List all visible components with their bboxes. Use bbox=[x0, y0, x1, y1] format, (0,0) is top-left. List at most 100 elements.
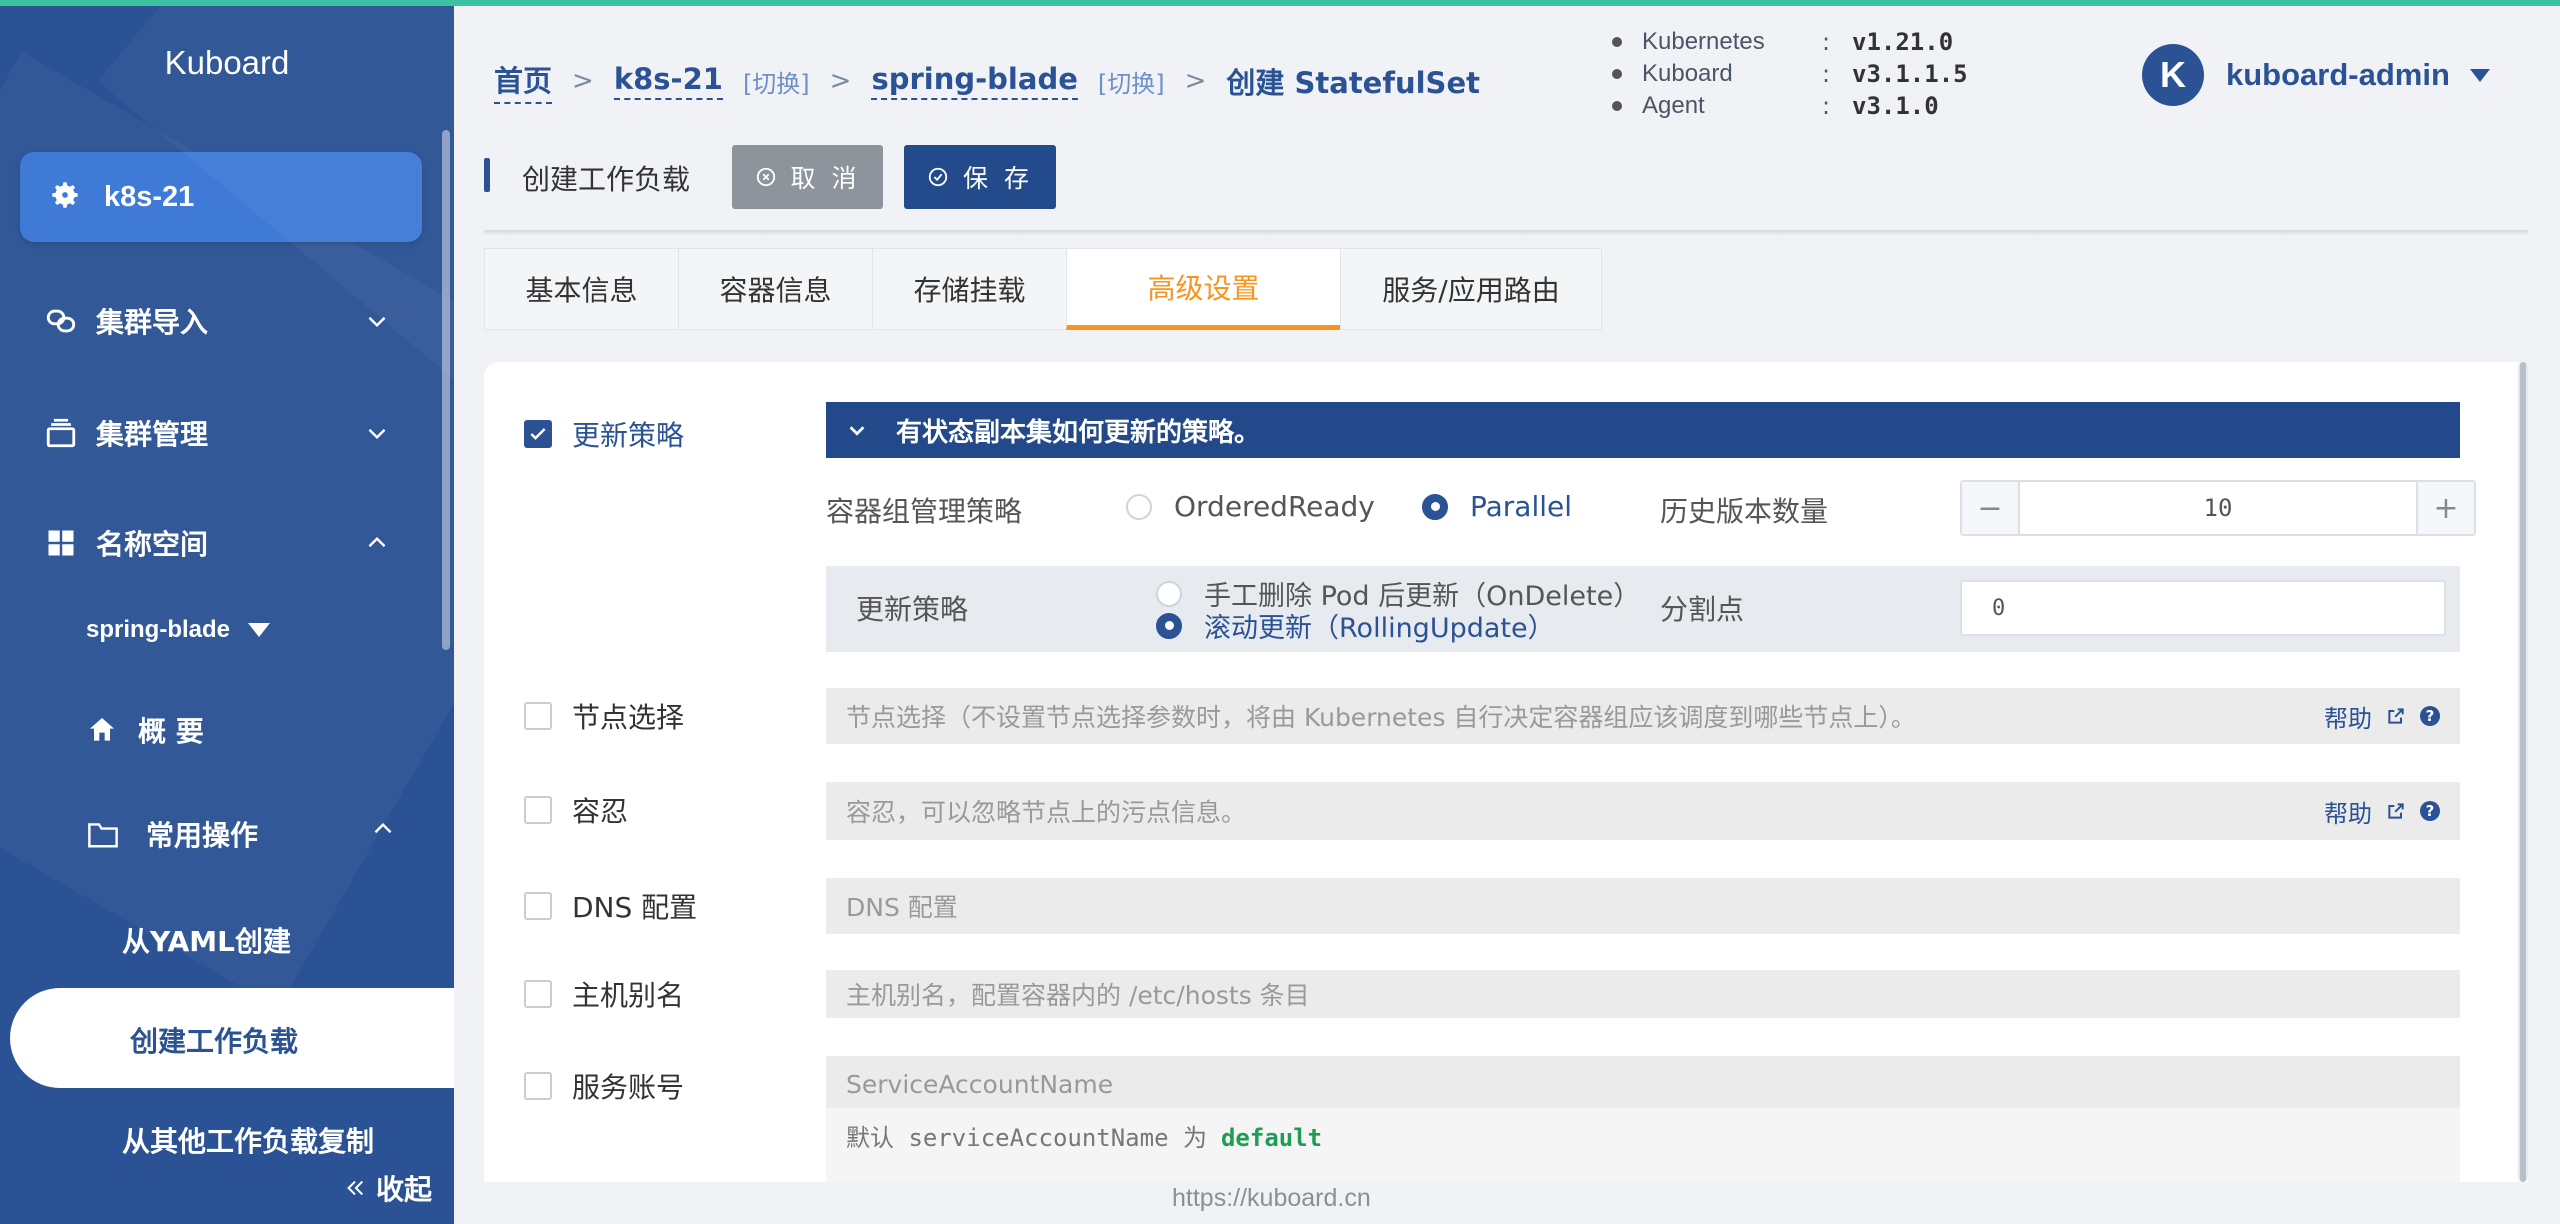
history-limit-stepper: − 10 + bbox=[1960, 480, 2476, 536]
version-value: v3.1.0 bbox=[1852, 92, 1939, 120]
node-select-help-link[interactable]: 帮助 ? bbox=[2324, 699, 2440, 734]
history-limit-value[interactable]: 10 bbox=[2020, 482, 2416, 534]
checkbox-unchecked[interactable] bbox=[524, 796, 552, 824]
menu-create-workload[interactable]: 创建工作负载 bbox=[10, 988, 454, 1088]
dns-field[interactable]: DNS 配置 bbox=[826, 878, 2460, 934]
breadcrumb-home[interactable]: 首页 bbox=[494, 58, 553, 104]
update-strategy-toggle[interactable]: 更新策略 bbox=[524, 414, 684, 454]
tab-basic-info[interactable]: 基本信息 bbox=[484, 248, 678, 330]
service-account-field[interactable]: ServiceAccountName bbox=[826, 1056, 2460, 1112]
radio-circle bbox=[1422, 493, 1448, 520]
chevron-up-icon bbox=[370, 816, 396, 849]
menu-copy-workload[interactable]: 从其他工作负载复制 bbox=[122, 1120, 374, 1160]
toolbar-divider bbox=[484, 230, 2528, 236]
menu-cluster-import[interactable]: 集群导入 bbox=[0, 286, 440, 356]
partition-input[interactable]: 0 bbox=[1960, 580, 2446, 636]
cluster-switch-link[interactable]: [切换] bbox=[743, 64, 810, 99]
title-accent-bar bbox=[484, 158, 490, 192]
host-alias-toggle[interactable]: 主机别名 bbox=[524, 974, 684, 1014]
cancel-button[interactable]: 取 消 bbox=[732, 145, 883, 209]
collapse-label: 收起 bbox=[376, 1173, 433, 1206]
sidebar-scrollbar[interactable] bbox=[442, 130, 450, 650]
save-button[interactable]: 保 存 bbox=[904, 145, 1056, 209]
menu-overview[interactable]: 概 要 bbox=[86, 710, 204, 750]
service-account-toggle[interactable]: 服务账号 bbox=[524, 1066, 684, 1106]
cancel-label: 取 消 bbox=[790, 164, 861, 193]
tab-advanced[interactable]: 高级设置 bbox=[1066, 248, 1340, 330]
tab-storage[interactable]: 存储挂载 bbox=[872, 248, 1066, 330]
chevron-right-icon: > bbox=[572, 66, 594, 96]
top-accent-line bbox=[0, 0, 2560, 6]
radio-ordered-ready[interactable]: OrderedReady bbox=[1126, 490, 1375, 523]
service-account-label: 服务账号 bbox=[572, 1071, 685, 1104]
menu-cluster-manage[interactable]: 集群管理 bbox=[0, 398, 440, 468]
collapse-button[interactable]: 收起 bbox=[344, 1168, 432, 1208]
page-title: 创建工作负载 bbox=[522, 163, 691, 196]
brand-logo: Kuboard bbox=[164, 44, 290, 81]
chevron-up-icon bbox=[364, 530, 390, 563]
default-note-prefix: 默认 serviceAccountName 为 bbox=[846, 1124, 1207, 1152]
radio-label: OrderedReady bbox=[1174, 490, 1375, 523]
gear-icon bbox=[48, 178, 82, 216]
link-icon bbox=[44, 304, 78, 338]
namespace-select[interactable]: spring-blade bbox=[86, 616, 271, 644]
dns-toggle[interactable]: DNS 配置 bbox=[524, 886, 697, 926]
home-icon bbox=[86, 714, 118, 746]
tolerations-label: 容忍 bbox=[572, 795, 629, 828]
update-strategy-label: 更新策略 bbox=[572, 419, 685, 452]
radio-label: 滚动更新（RollingUpdate） bbox=[1204, 613, 1555, 644]
menu-label: 集群管理 bbox=[96, 418, 209, 451]
question-icon: ? bbox=[2420, 801, 2440, 821]
breadcrumb-namespace[interactable]: spring-blade bbox=[871, 62, 1078, 100]
host-alias-field[interactable]: 主机别名，配置容器内的 /etc/hosts 条目 bbox=[826, 970, 2460, 1018]
checkbox-unchecked[interactable] bbox=[524, 702, 552, 730]
namespace-switch-link[interactable]: [切换] bbox=[1098, 64, 1165, 99]
help-label: 帮助 bbox=[2324, 799, 2372, 828]
increment-button[interactable]: + bbox=[2416, 482, 2474, 534]
version-name: Kubernetes bbox=[1642, 28, 1765, 55]
menu-namespace[interactable]: 名称空间 bbox=[0, 508, 440, 578]
version-name: Agent bbox=[1642, 92, 1705, 119]
external-link-icon bbox=[2386, 801, 2406, 821]
service-account-placeholder: ServiceAccountName bbox=[846, 1069, 1114, 1099]
checkbox-unchecked[interactable] bbox=[524, 980, 552, 1008]
checkbox-checked[interactable] bbox=[524, 420, 552, 448]
bullet-icon bbox=[1612, 37, 1622, 47]
tolerations-toggle[interactable]: 容忍 bbox=[524, 790, 628, 830]
tab-service-route[interactable]: 服务/应用路由 bbox=[1340, 248, 1602, 330]
history-limit-label: 历史版本数量 bbox=[1660, 495, 1829, 528]
menu-label: 常用操作 bbox=[146, 819, 259, 852]
menu-from-yaml[interactable]: 从YAML创建 bbox=[122, 920, 291, 960]
cluster-card[interactable]: k8s-21 bbox=[20, 152, 422, 242]
chevron-down-icon bbox=[364, 420, 390, 453]
tolerations-help-link[interactable]: 帮助 ? bbox=[2324, 794, 2440, 829]
breadcrumb-cluster[interactable]: k8s-21 bbox=[613, 62, 723, 100]
user-menu[interactable]: K kuboard-admin bbox=[2142, 44, 2490, 106]
node-select-placeholder: 节点选择（不设置节点选择参数时，将由 Kubernetes 自行决定容器组应该调… bbox=[846, 703, 1916, 732]
tolerations-placeholder: 容忍，可以忽略节点上的污点信息。 bbox=[846, 798, 1247, 827]
partition-label: 分割点 bbox=[1660, 593, 1745, 626]
content-scrollbar[interactable] bbox=[2518, 362, 2528, 1182]
tolerations-field[interactable]: 容忍，可以忽略节点上的污点信息。 帮助 ? bbox=[826, 782, 2460, 840]
radio-rolling-update[interactable]: 滚动更新（RollingUpdate） bbox=[1156, 606, 1555, 645]
check-circle-icon bbox=[927, 166, 949, 188]
checkbox-unchecked[interactable] bbox=[524, 892, 552, 920]
checkbox-unchecked[interactable] bbox=[524, 1072, 552, 1100]
dns-placeholder: DNS 配置 bbox=[846, 893, 958, 922]
menu-common-ops[interactable]: 常用操作 bbox=[86, 814, 406, 854]
node-select-toggle[interactable]: 节点选择 bbox=[524, 696, 684, 736]
radio-parallel[interactable]: Parallel bbox=[1422, 490, 1572, 523]
version-row: Kubernetes : v1.21.0 bbox=[1612, 26, 1968, 58]
decrement-button[interactable]: − bbox=[1962, 482, 2020, 534]
version-name: Kuboard bbox=[1642, 60, 1733, 87]
tab-container-info[interactable]: 容器信息 bbox=[678, 248, 872, 330]
external-link-icon bbox=[2386, 706, 2406, 726]
update-strategy-header[interactable]: 有状态副本集如何更新的策略。 bbox=[826, 402, 2460, 458]
radio-circle bbox=[1156, 612, 1182, 639]
cancel-circle-icon bbox=[755, 166, 777, 188]
strategy-type-label: 更新策略 bbox=[856, 593, 969, 626]
scrollbar-thumb[interactable] bbox=[2520, 362, 2526, 1182]
default-note-value: default bbox=[1220, 1124, 1323, 1152]
grid-icon bbox=[44, 526, 78, 560]
node-select-field[interactable]: 节点选择（不设置节点选择参数时，将由 Kubernetes 自行决定容器组应该调… bbox=[826, 688, 2460, 744]
